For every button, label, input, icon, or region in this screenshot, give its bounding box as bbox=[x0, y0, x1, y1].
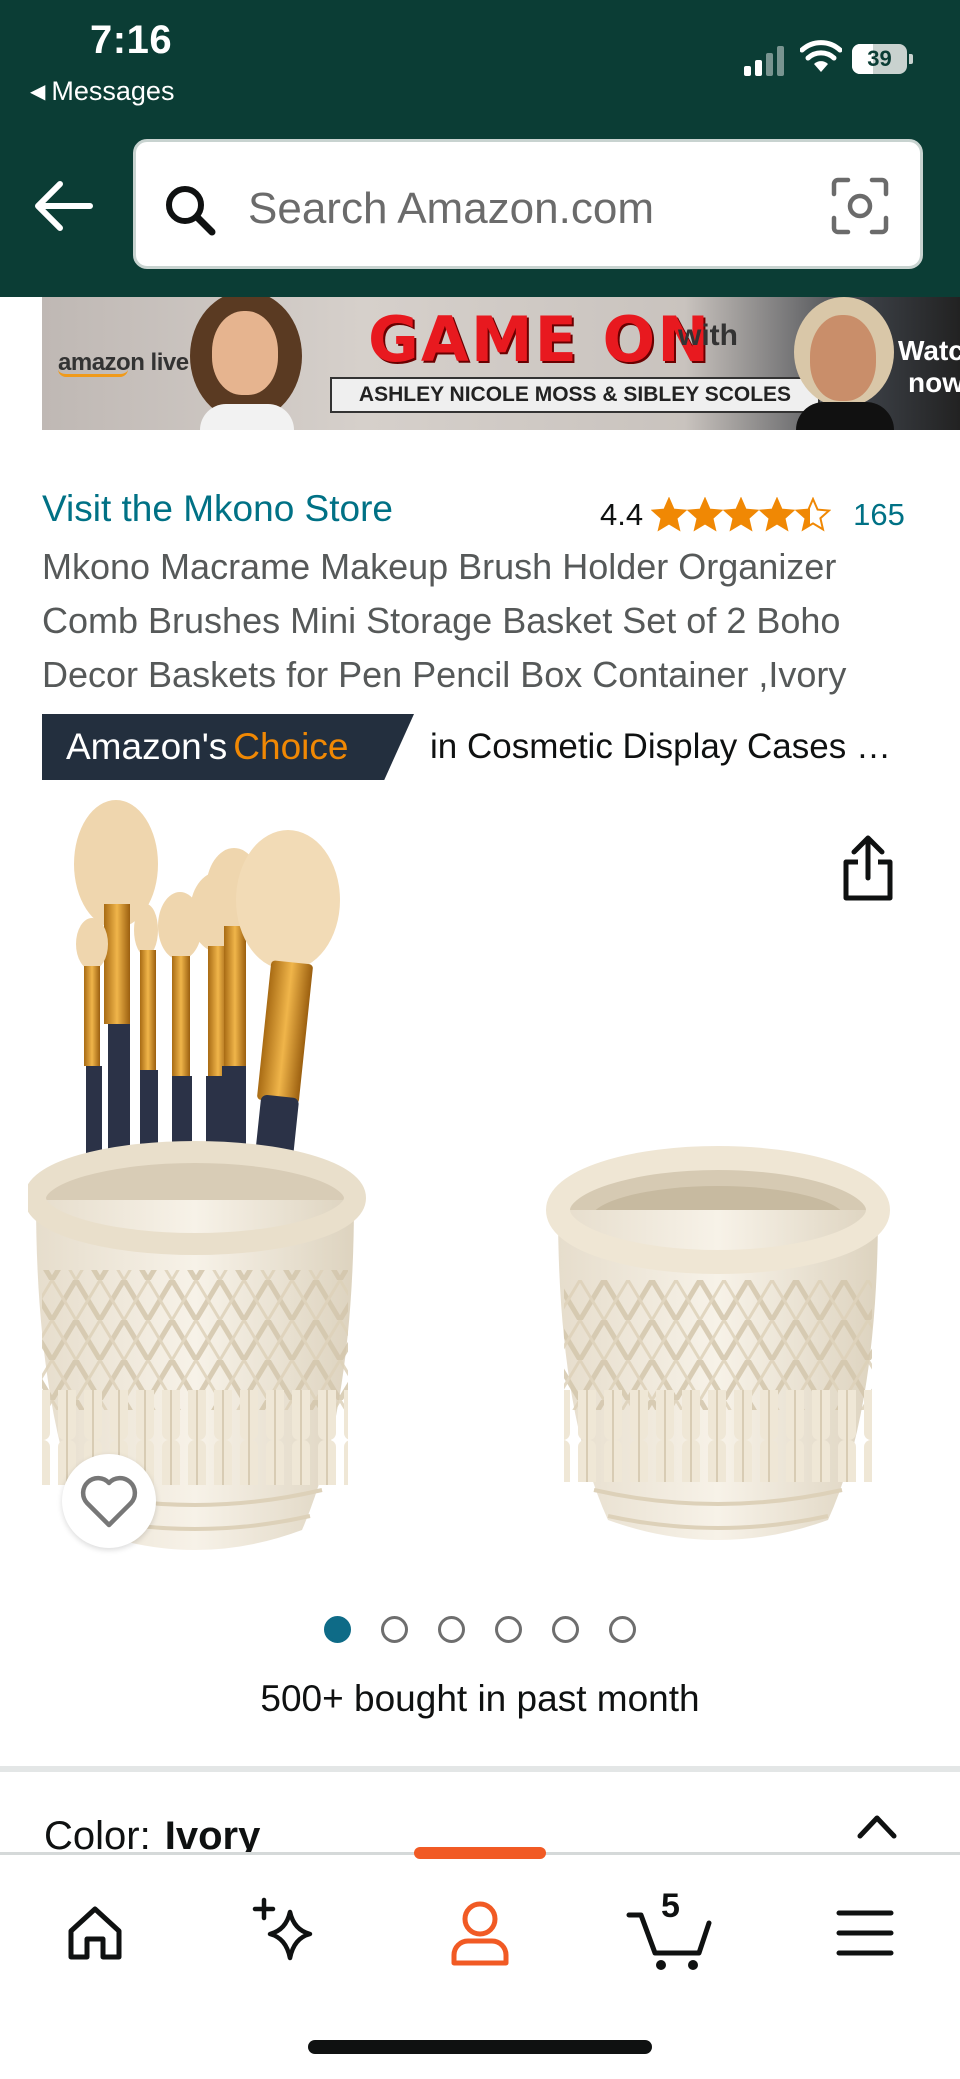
camera-search-icon[interactable] bbox=[830, 176, 890, 236]
banner-host-names: ASHLEY NICOLE MOSS & SIBLEY SCOLES bbox=[330, 377, 820, 413]
status-time: 7:16 bbox=[90, 18, 173, 62]
sparkle-icon bbox=[252, 1897, 313, 1961]
rating-value: 4.4 bbox=[600, 497, 644, 532]
carousel-dot[interactable] bbox=[495, 1616, 522, 1643]
amazons-choice-row[interactable]: Amazon's Choice in Cosmetic Display Cases… bbox=[42, 714, 891, 780]
add-to-list-button[interactable] bbox=[62, 1454, 156, 1548]
cart-count-badge: 5 bbox=[661, 1887, 680, 1925]
carousel-dot[interactable] bbox=[552, 1616, 579, 1643]
bought-in-past-month: 500+ bought in past month bbox=[260, 1678, 700, 1719]
section-divider bbox=[0, 1766, 960, 1772]
battery-percent: 39 bbox=[867, 46, 892, 71]
back-to-messages[interactable]: ◀ Messages bbox=[30, 76, 174, 107]
app-header: 7:16 ◀ Messages 39 Search Amazon.com bbox=[0, 0, 960, 297]
host-portrait-left bbox=[182, 297, 312, 430]
back-arrow-icon[interactable] bbox=[30, 176, 96, 236]
image-carousel-dots bbox=[324, 1616, 666, 1643]
home-icon bbox=[68, 1906, 122, 1960]
basket-right bbox=[546, 1146, 890, 1540]
carousel-dot[interactable] bbox=[324, 1616, 351, 1643]
search-icon bbox=[166, 186, 216, 236]
star-icon bbox=[687, 497, 724, 532]
battery-icon: 39 bbox=[852, 44, 913, 74]
nav-menu[interactable] bbox=[820, 1893, 910, 1973]
banner-headline: GAME ON bbox=[368, 303, 712, 376]
rating-stars bbox=[651, 497, 832, 533]
banner-with: with bbox=[678, 319, 738, 352]
carousel-dot[interactable] bbox=[438, 1616, 465, 1643]
star-icon bbox=[759, 497, 796, 532]
nav-home[interactable] bbox=[50, 1893, 140, 1973]
product-image[interactable] bbox=[28, 800, 938, 1560]
choice-category-link[interactable]: in Cosmetic Display Cases … bbox=[430, 727, 891, 767]
active-tab-indicator bbox=[414, 1847, 546, 1859]
heart-icon bbox=[80, 1475, 138, 1528]
account-icon bbox=[451, 1901, 509, 1966]
search-placeholder: Search Amazon.com bbox=[248, 184, 654, 233]
amazons-choice-badge: Amazon's Choice bbox=[42, 714, 414, 780]
cellular-signal-icon bbox=[744, 44, 786, 76]
carousel-dot[interactable] bbox=[381, 1616, 408, 1643]
visit-store-link[interactable]: Visit the Mkono Store bbox=[42, 488, 393, 530]
nav-rufus[interactable] bbox=[242, 1893, 332, 1973]
rating-count[interactable]: 165 bbox=[853, 497, 905, 533]
banner-watch-now: Watc now bbox=[898, 335, 960, 398]
amazon-live-logo: amazon live bbox=[58, 349, 189, 377]
wifi-icon bbox=[800, 40, 842, 72]
star-icon bbox=[723, 497, 760, 532]
star-icon bbox=[795, 497, 832, 532]
chevron-up-icon[interactable] bbox=[852, 1806, 902, 1846]
product-title: Mkono Macrame Makeup Brush Holder Organi… bbox=[42, 546, 847, 695]
search-input[interactable]: Search Amazon.com bbox=[133, 139, 923, 269]
home-indicator bbox=[308, 2040, 652, 2054]
host-portrait-right bbox=[780, 297, 910, 430]
carousel-dot[interactable] bbox=[609, 1616, 636, 1643]
hamburger-menu-icon bbox=[836, 1910, 894, 1956]
nav-account[interactable] bbox=[435, 1893, 525, 1973]
back-app-label: Messages bbox=[51, 76, 175, 106]
amazon-live-banner[interactable]: amazon live GAME ON with ASHLEY NICOLE M… bbox=[42, 297, 960, 430]
star-icon bbox=[651, 497, 688, 532]
nav-cart[interactable]: 5 bbox=[625, 1887, 715, 1973]
back-triangle-icon: ◀ bbox=[30, 81, 46, 103]
rating-summary[interactable]: 4.4 165 bbox=[600, 495, 905, 535]
